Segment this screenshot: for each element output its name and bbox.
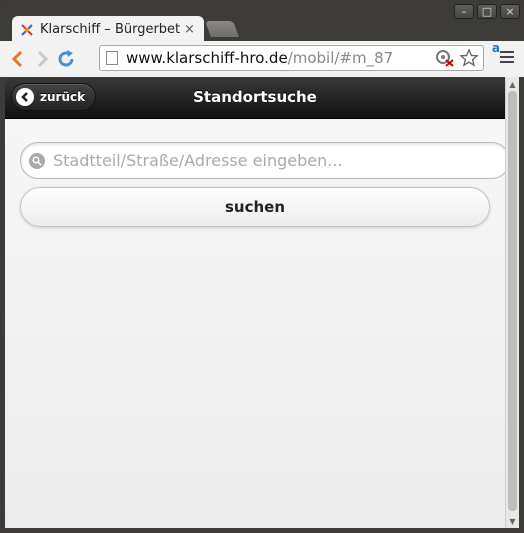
back-nav-button[interactable] <box>6 47 30 71</box>
scroll-down-icon[interactable]: ▼ <box>506 514 519 528</box>
browser-toolbar: www.klarschiff-hro.de/mobil/#m_87 a <box>0 41 524 77</box>
tab-close-icon[interactable]: × <box>184 22 195 37</box>
page-viewport: zurück Standortsuche suchen ▲ ▼ <box>5 77 519 528</box>
page-icon <box>106 51 118 65</box>
maximize-button[interactable]: □ <box>477 4 497 19</box>
reload-button[interactable] <box>54 47 78 71</box>
window-controls: – □ × <box>454 4 520 19</box>
tab-title: Klarschiff – Bürgerbet <box>40 21 180 37</box>
menu-icon[interactable] <box>500 51 514 66</box>
search-input[interactable] <box>51 150 495 171</box>
browser-window: – □ × Klarschiff – Bürgerbet × www.klars… <box>0 0 524 533</box>
location-blocked-icon[interactable] <box>435 49 455 67</box>
browser-tab[interactable]: Klarschiff – Bürgerbet × <box>12 16 204 42</box>
forward-nav-button[interactable] <box>30 47 54 71</box>
favicon-icon <box>20 22 34 36</box>
page-content: suchen <box>5 119 510 528</box>
search-submit-button[interactable]: suchen <box>20 187 490 227</box>
scroll-thumb[interactable] <box>508 91 517 511</box>
search-icon <box>29 152 45 169</box>
page-title: Standortsuche <box>193 88 317 106</box>
scrollbar[interactable]: ▲ ▼ <box>505 77 519 528</box>
scroll-up-icon[interactable]: ▲ <box>506 77 519 91</box>
minimize-button[interactable]: – <box>454 4 474 19</box>
new-tab-button[interactable] <box>205 21 239 37</box>
extension-icon[interactable]: a <box>492 41 500 55</box>
address-bar[interactable]: www.klarschiff-hro.de/mobil/#m_87 <box>99 45 484 71</box>
chevron-right-icon <box>37 50 49 68</box>
omnibox-actions <box>435 49 479 67</box>
search-field[interactable] <box>20 142 510 179</box>
close-window-button[interactable]: × <box>500 4 520 19</box>
chevron-left-icon <box>11 50 23 68</box>
app-header: zurück Standortsuche <box>5 77 505 119</box>
url-path: /mobil/#m_87 <box>287 49 394 67</box>
star-icon[interactable] <box>459 49 479 67</box>
url-host: www.klarschiff-hro.de <box>126 49 288 67</box>
reload-icon <box>58 50 74 67</box>
